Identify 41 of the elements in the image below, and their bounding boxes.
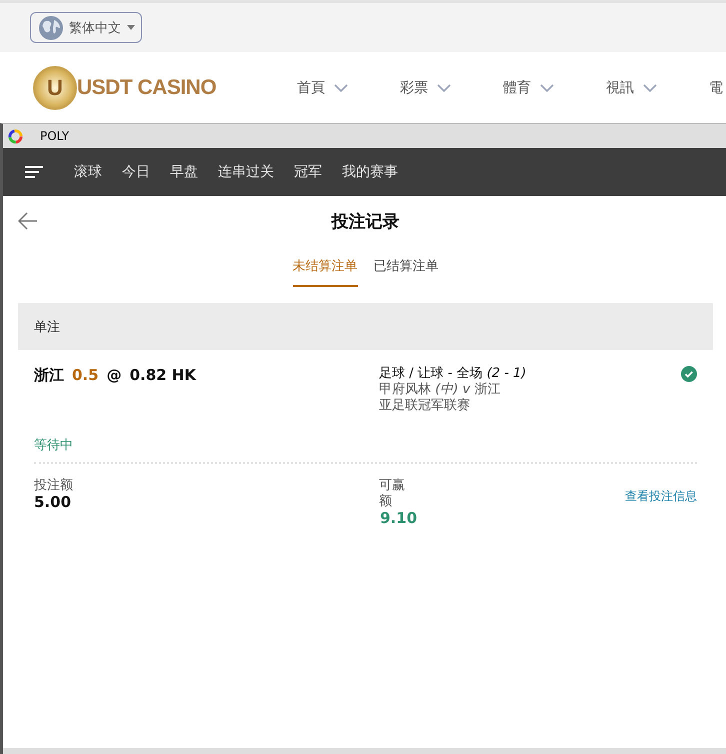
logo-emblem: U <box>33 66 77 110</box>
window-title: POLY <box>40 129 70 143</box>
menu-item[interactable]: 早盘 <box>170 163 198 181</box>
chevron-icon <box>540 84 554 92</box>
bet-details-link[interactable]: 查看投注信息 <box>625 488 697 505</box>
nav-link[interactable]: 視訊 <box>606 78 673 96</box>
at-sign: @ <box>106 366 122 384</box>
logo-text: USDT CASINO <box>77 76 216 100</box>
menu-icon[interactable] <box>25 166 43 178</box>
handicap-value: 0.5 <box>72 366 99 384</box>
nav-link[interactable]: 首頁 <box>297 78 364 96</box>
menu-item[interactable]: 今日 <box>122 163 150 181</box>
payout-value: 9.10 <box>379 510 418 527</box>
nav-link[interactable]: 電 <box>709 78 723 96</box>
odds-value: 0.82 HK <box>130 366 196 384</box>
bet-selection: 浙江 <box>34 366 64 385</box>
caret-icon <box>127 25 135 30</box>
section-title: 单注 <box>34 318 60 336</box>
menu-item[interactable]: 冠军 <box>294 163 322 181</box>
market-text: 足球 / 让球 - 全场 (2 - 1) <box>379 366 528 382</box>
app-icon <box>8 128 23 144</box>
page-title: 投注记录 <box>332 210 400 232</box>
bet-status: 等待中 <box>34 437 74 454</box>
menu-item[interactable]: 滚球 <box>74 163 102 181</box>
chevron-icon <box>437 84 451 92</box>
menu-item[interactable]: 连串过关 <box>218 163 274 181</box>
menu-item[interactable]: 我的赛事 <box>342 163 398 181</box>
chevron-icon <box>643 84 657 92</box>
stake-label: 投注额 <box>34 478 74 494</box>
payout-label: 可赢额 <box>379 478 406 510</box>
tab[interactable]: 已结算注单 <box>374 254 438 287</box>
tab[interactable]: 未结算注单 <box>292 254 358 287</box>
stake-value: 5.00 <box>34 494 72 511</box>
league-text: 亚足联冠军联赛 <box>379 398 471 414</box>
match-text: 甲府风林 (中) v 浙江 <box>379 382 502 398</box>
nav-link[interactable]: 體育 <box>503 78 570 96</box>
nav-link[interactable]: 彩票 <box>400 78 467 96</box>
language-button[interactable]: 繁体中文 <box>30 12 142 43</box>
chevron-icon <box>334 84 348 92</box>
back-icon[interactable] <box>18 212 38 230</box>
globe-icon <box>39 16 63 40</box>
